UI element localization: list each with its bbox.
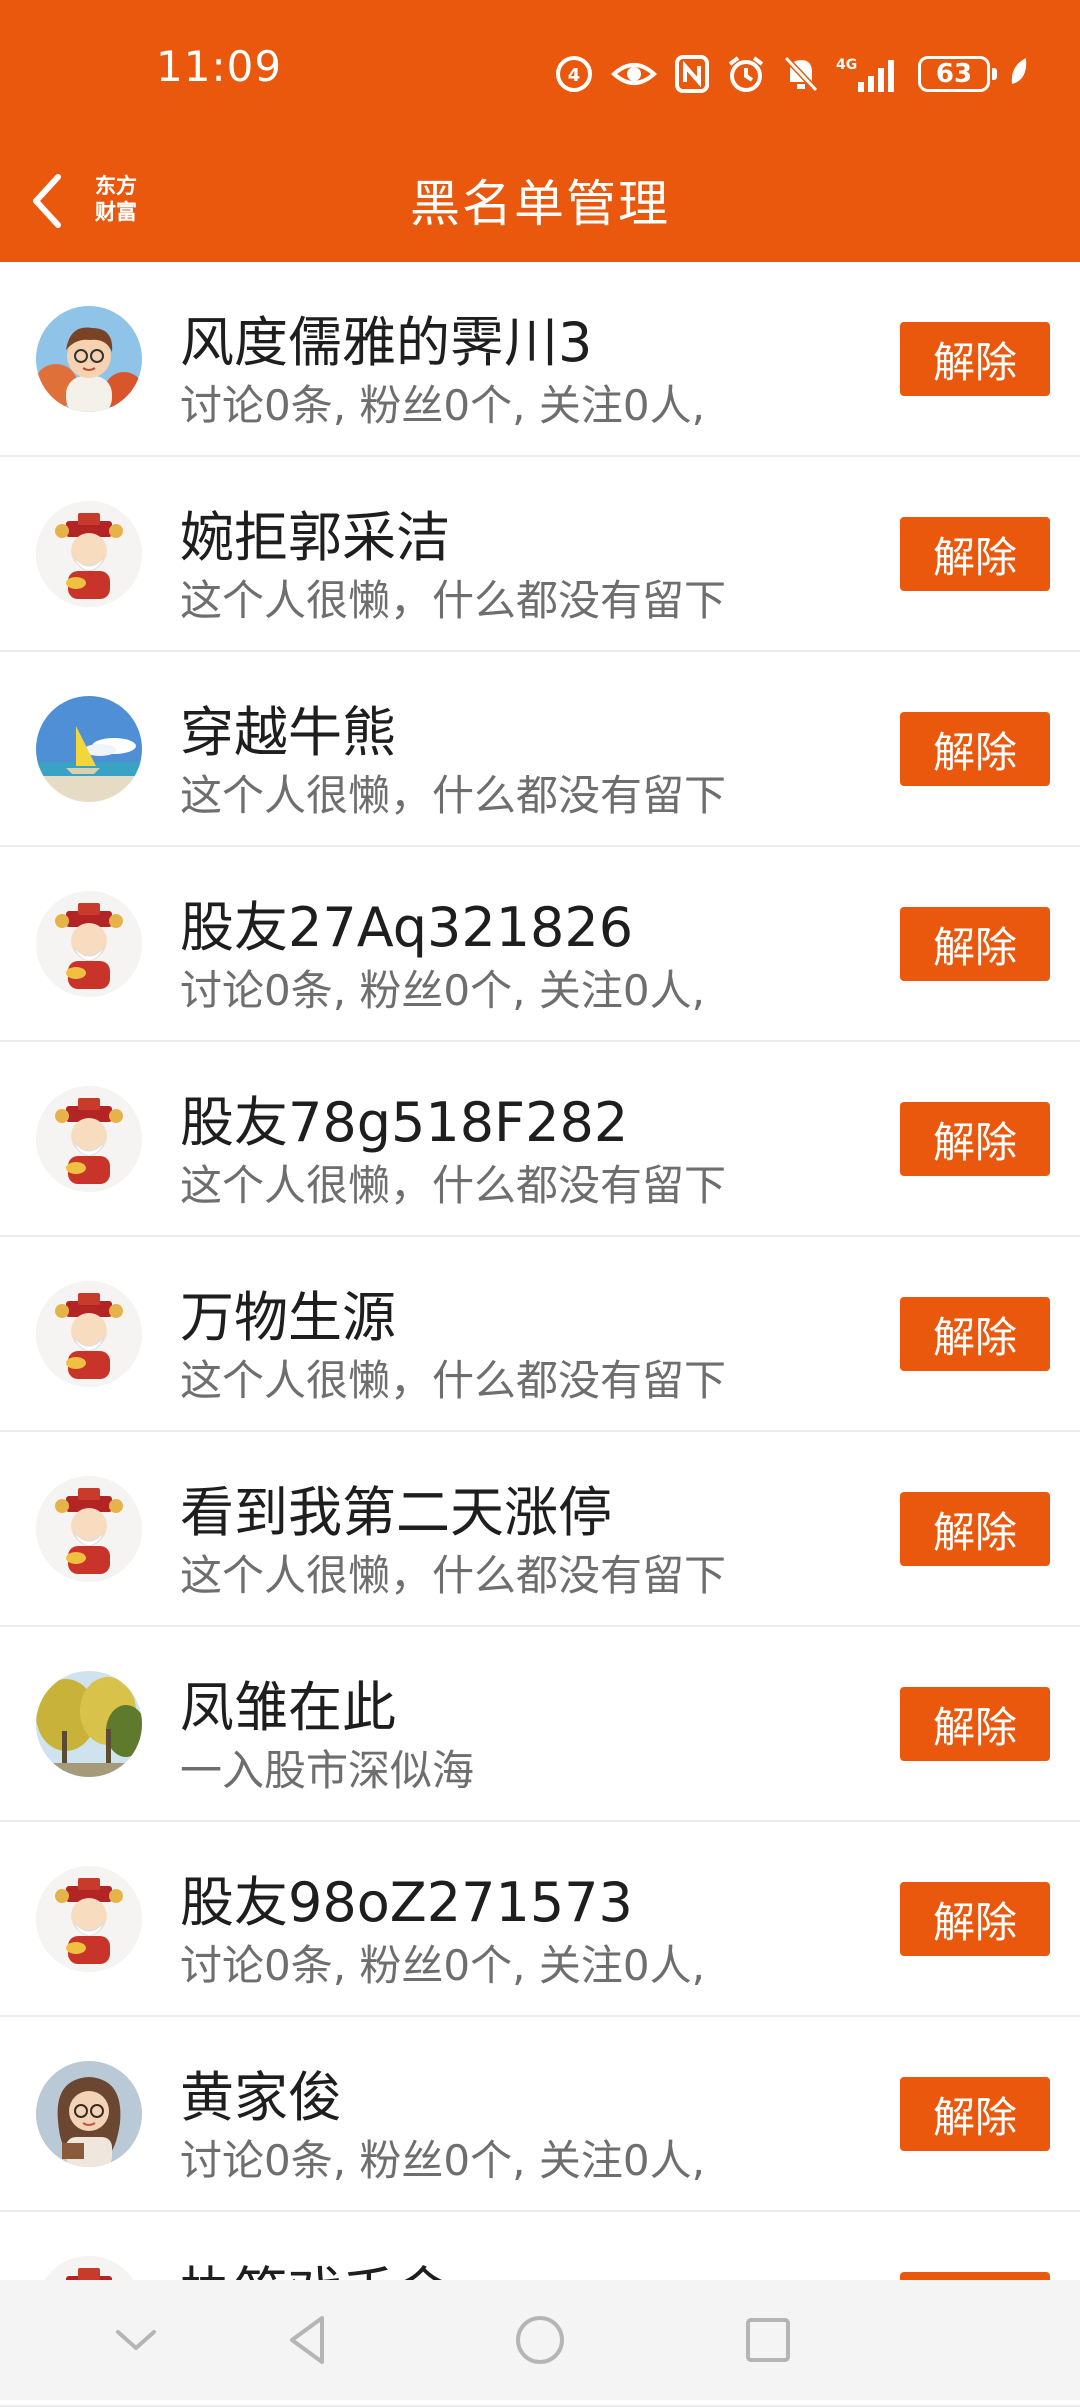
mute-bell-icon — [783, 55, 819, 93]
user-description: 这个人很懒，什么都没有留下 — [180, 576, 727, 625]
user-description: 讨论0条, 粉丝0个, 关注0人, — [180, 2136, 705, 2185]
trees-avatar[interactable] — [36, 1671, 142, 1777]
remove-button[interactable]: 解除 — [900, 517, 1050, 591]
user-name[interactable]: 看到我第二天涨停 — [180, 1468, 612, 1547]
caishen-avatar[interactable] — [36, 1866, 142, 1972]
recents-square-icon[interactable] — [736, 2308, 800, 2372]
caishen-avatar[interactable] — [36, 891, 142, 997]
list-item: 凤雏在此 一入股市深似海 解除 — [0, 1627, 1080, 1822]
cartoon-boy-avatar[interactable] — [36, 306, 142, 412]
remove-button[interactable]: 解除 — [900, 322, 1050, 396]
remove-button[interactable]: 解除 — [900, 907, 1050, 981]
alarm-icon — [728, 56, 764, 92]
user-name[interactable]: 穿越牛熊 — [180, 688, 396, 767]
user-description: 讨论0条, 粉丝0个, 关注0人, — [180, 966, 705, 1015]
status-time: 11:09 — [156, 42, 283, 91]
remove-button[interactable]: 解除 — [900, 712, 1050, 786]
remove-button[interactable]: 解除 — [900, 1102, 1050, 1176]
remove-button[interactable]: 解除 — [900, 1297, 1050, 1371]
list-item: 黄家俊 讨论0条, 粉丝0个, 关注0人, 解除 — [0, 2017, 1080, 2212]
battery-icon: 63 — [918, 56, 997, 92]
signal-icon: 4G — [836, 57, 894, 92]
list-item: 看到我第二天涨停 这个人很懒，什么都没有留下 解除 — [0, 1432, 1080, 1627]
user-name[interactable]: 股友78g518F282 — [180, 1078, 628, 1157]
remove-button[interactable]: 解除 — [900, 1492, 1050, 1566]
remove-button[interactable]: 解除 — [900, 1882, 1050, 1956]
user-description: 讨论0条, 粉丝0个, 关注0人, — [180, 381, 705, 430]
sailboat-avatar[interactable] — [36, 696, 142, 802]
user-description: 这个人很懒，什么都没有留下 — [180, 771, 727, 820]
user-description: 这个人很懒，什么都没有留下 — [180, 1356, 727, 1405]
user-name[interactable]: 股友27Aq321826 — [180, 883, 633, 962]
app-header: 11:09 4 4G 63 东方 财富 黑名单管理 — [0, 0, 1080, 262]
caishen-avatar[interactable] — [36, 501, 142, 607]
status-icons: 4 4G 63 — [554, 50, 1032, 98]
list-item: 股友27Aq321826 讨论0条, 粉丝0个, 关注0人, 解除 — [0, 847, 1080, 1042]
user-name[interactable]: 凤雏在此 — [180, 1663, 396, 1742]
caishen-avatar[interactable] — [36, 1281, 142, 1387]
system-nav-bar — [0, 2280, 1080, 2400]
list-item: 股友78g518F282 这个人很懒，什么都没有留下 解除 — [0, 1042, 1080, 1237]
remove-button[interactable]: 解除 — [900, 2077, 1050, 2151]
cartoon-girl-avatar[interactable] — [36, 2061, 142, 2167]
page-title: 黑名单管理 — [410, 175, 670, 233]
svg-text:4G: 4G — [836, 57, 857, 73]
list-item: 婉拒郭采洁 这个人很懒，什么都没有留下 解除 — [0, 457, 1080, 652]
leaf-icon — [1011, 58, 1027, 84]
user-name[interactable]: 股友98oZ271573 — [180, 1858, 633, 1937]
list-item: 万物生源 这个人很懒，什么都没有留下 解除 — [0, 1237, 1080, 1432]
svg-text:4: 4 — [568, 65, 581, 86]
nfc-icon — [675, 55, 709, 93]
user-name[interactable]: 黄家俊 — [180, 2053, 342, 2132]
nav-bar: 东方 财富 黑名单管理 — [0, 140, 1080, 262]
user-description: 这个人很懒，什么都没有留下 — [180, 1161, 727, 1210]
user-description: 讨论0条, 粉丝0个, 关注0人, — [180, 1941, 705, 1990]
user-description: 一入股市深似海 — [180, 1746, 475, 1795]
caishen-avatar[interactable] — [36, 1086, 142, 1192]
back-triangle-icon[interactable] — [276, 2308, 340, 2372]
nfc-like-icon: 4 — [556, 56, 592, 92]
list-item: 穿越牛熊 这个人很懒，什么都没有留下 解除 — [0, 652, 1080, 847]
list-item: 股友98oZ271573 讨论0条, 粉丝0个, 关注0人, 解除 — [0, 1822, 1080, 2017]
user-name[interactable]: 万物生源 — [180, 1273, 396, 1352]
chevron-down-icon[interactable] — [104, 2308, 168, 2372]
user-name[interactable]: 婉拒郭采洁 — [180, 493, 450, 572]
eye-icon — [611, 63, 657, 85]
list-item: 风度儒雅的霁川3 讨论0条, 粉丝0个, 关注0人, 解除 — [0, 262, 1080, 457]
status-bar: 11:09 4 4G 63 — [0, 0, 1080, 140]
blacklist: 风度儒雅的霁川3 讨论0条, 粉丝0个, 关注0人, 解除 婉拒郭采洁 这个人很… — [0, 262, 1080, 2407]
caishen-avatar[interactable] — [36, 1476, 142, 1582]
user-name[interactable]: 风度儒雅的霁川3 — [180, 298, 592, 377]
home-circle-icon[interactable] — [508, 2308, 572, 2372]
remove-button[interactable]: 解除 — [900, 1687, 1050, 1761]
user-description: 这个人很懒，什么都没有留下 — [180, 1551, 727, 1600]
